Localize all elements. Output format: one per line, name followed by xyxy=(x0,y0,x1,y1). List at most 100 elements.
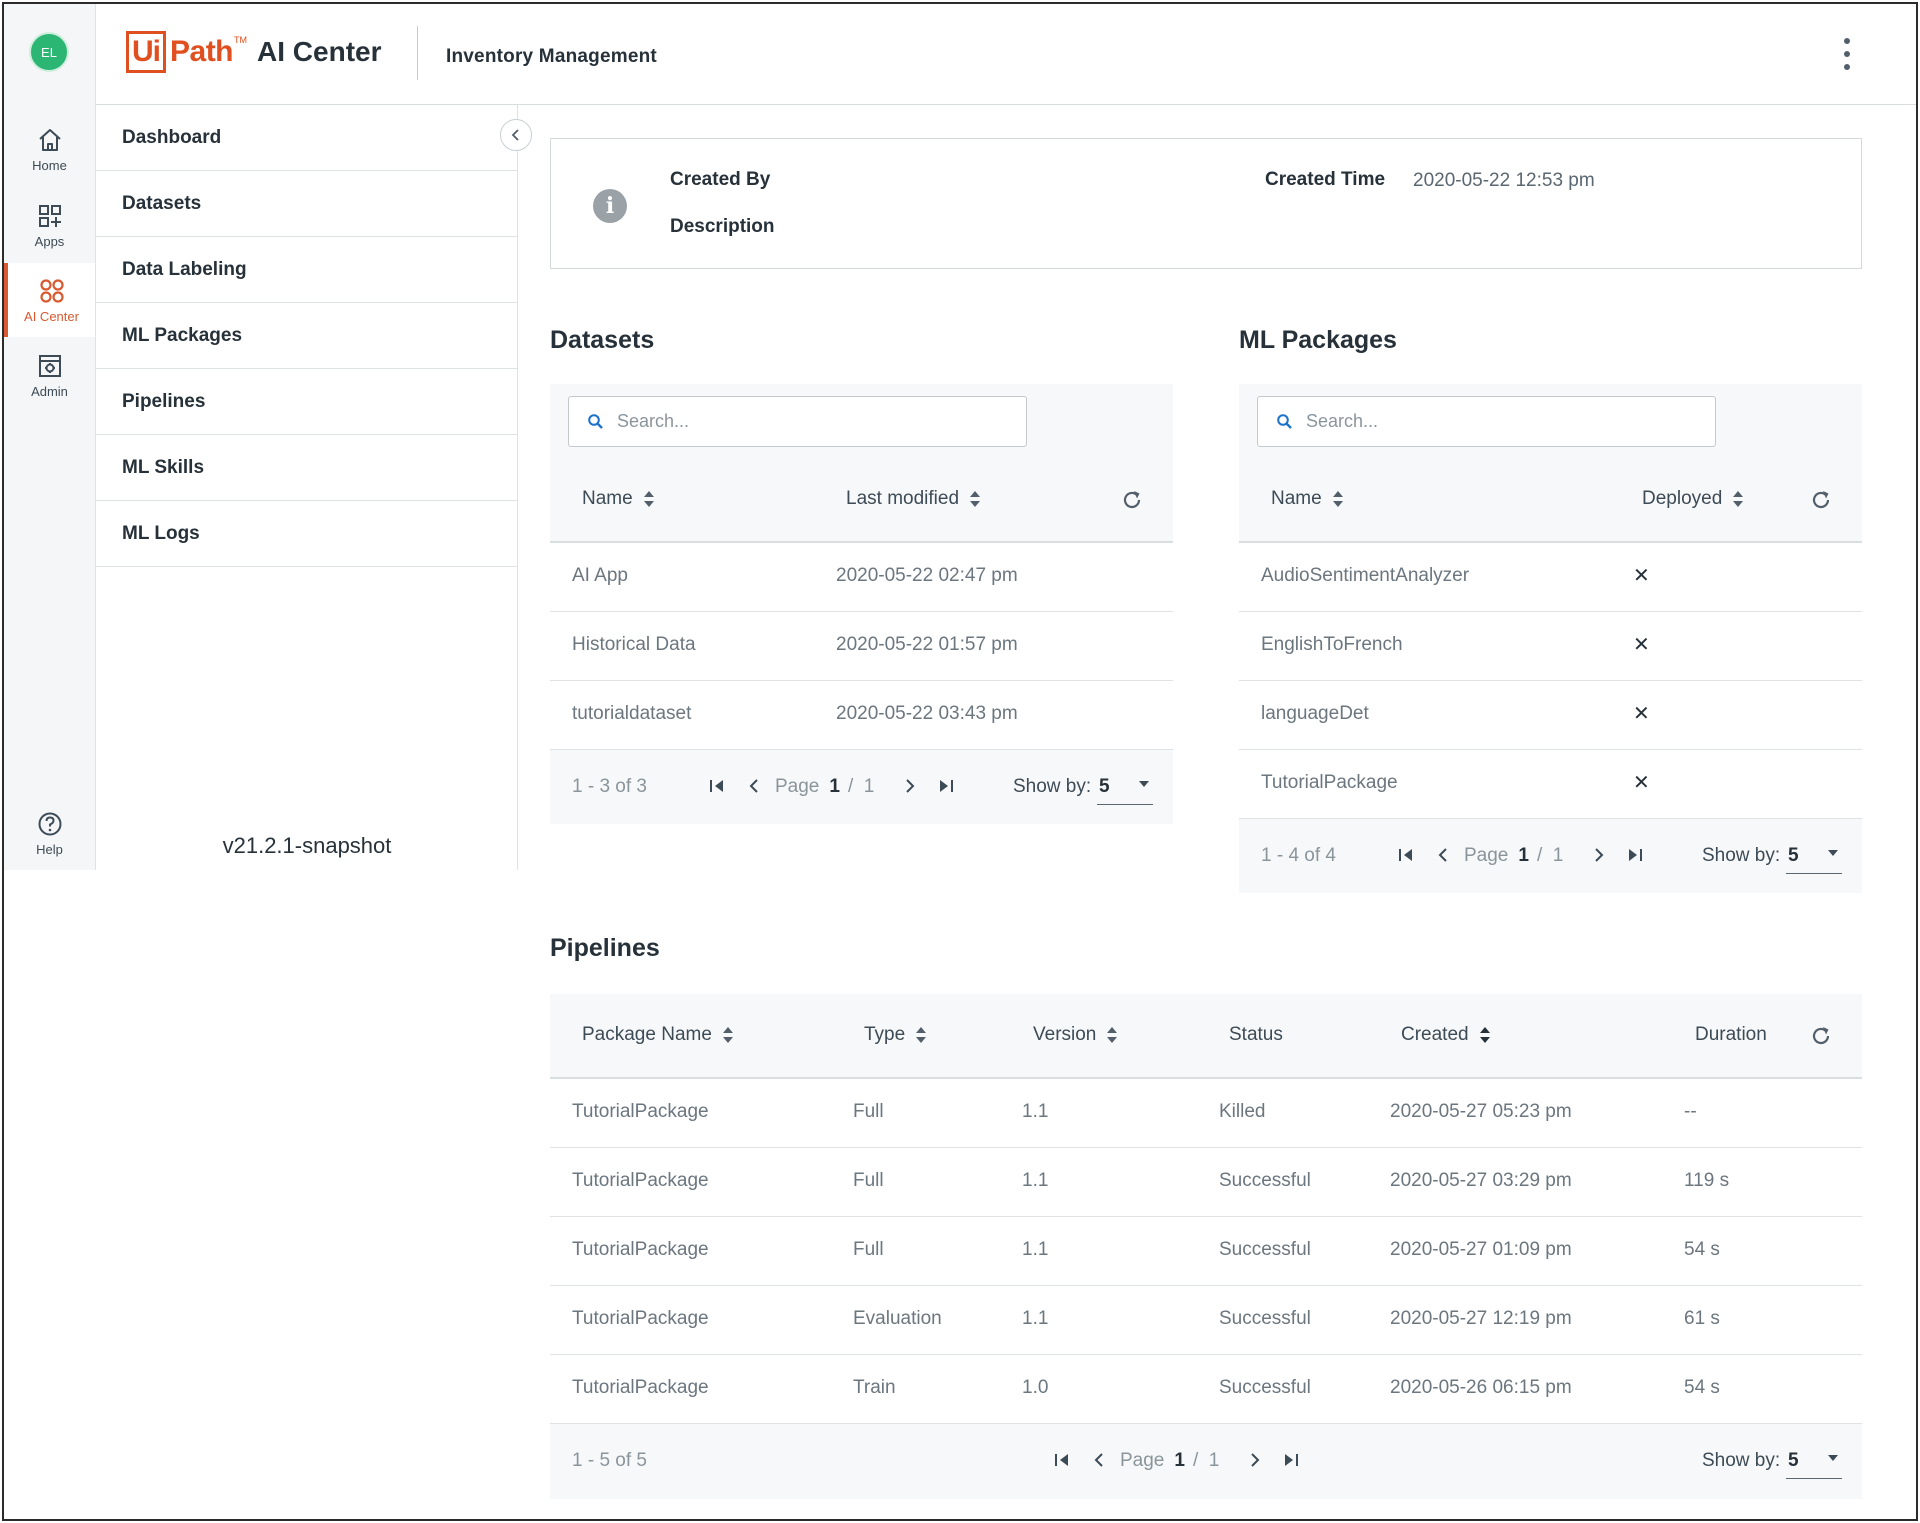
rail-item-help[interactable]: Help xyxy=(4,796,95,870)
last-page-icon[interactable] xyxy=(1282,1451,1300,1469)
last-page-icon[interactable] xyxy=(1626,846,1644,864)
pipeline-created: 2020-05-27 03:29 pm xyxy=(1390,1170,1572,1191)
rail-label: AI Center xyxy=(24,308,79,324)
refresh-icon[interactable] xyxy=(1120,488,1144,512)
logo-tm: TM xyxy=(234,35,248,45)
pager-page: Page 1/ 1 xyxy=(775,776,875,797)
rail-item-ai-center[interactable]: AI Center xyxy=(4,263,95,337)
show-by-value: 5 xyxy=(1788,845,1799,866)
datasets-title: Datasets xyxy=(550,326,655,354)
prev-page-icon[interactable] xyxy=(1091,1451,1109,1469)
search-icon xyxy=(588,414,603,429)
next-page-icon[interactable] xyxy=(900,777,918,795)
show-by-select[interactable]: 5 xyxy=(1786,1443,1842,1479)
prev-page-icon[interactable] xyxy=(746,777,764,795)
ml-packages-pager: 1 - 4 of 4 Page 1/ 1 Show by: 5 xyxy=(1239,820,1862,892)
show-by-label: Show by: xyxy=(1702,845,1781,866)
table-row[interactable]: EnglishToFrench ✕ xyxy=(1239,612,1862,681)
table-row[interactable]: TutorialPackage ✕ xyxy=(1239,750,1862,819)
col-label: Duration xyxy=(1695,1024,1767,1045)
pipeline-status: Killed xyxy=(1219,1101,1266,1122)
ml-packages-panel: Name Deployed AudioSentimentAnalyzer ✕ E… xyxy=(1239,384,1862,893)
table-row[interactable]: TutorialPackage Full 1.1 Successful 2020… xyxy=(550,1148,1862,1217)
refresh-icon[interactable] xyxy=(1809,1024,1833,1048)
col-label: Type xyxy=(864,1024,906,1045)
nav-item-datasets[interactable]: Datasets xyxy=(96,171,517,237)
pipeline-created: 2020-05-27 05:23 pm xyxy=(1390,1101,1572,1122)
pipeline-duration: -- xyxy=(1684,1101,1697,1122)
last-page-icon[interactable] xyxy=(937,777,955,795)
sort-icon xyxy=(1107,1027,1118,1043)
show-by-select[interactable]: 5 xyxy=(1786,838,1842,874)
package-name: AudioSentimentAnalyzer xyxy=(1261,565,1470,586)
nav-item-ml-packages[interactable]: ML Packages xyxy=(96,303,517,369)
ml-packages-title: ML Packages xyxy=(1239,326,1397,354)
table-row[interactable]: TutorialPackage Full 1.1 Killed 2020-05-… xyxy=(550,1079,1862,1148)
col-created-header[interactable]: Created xyxy=(1401,1024,1491,1046)
more-options-icon[interactable] xyxy=(1840,38,1854,70)
table-row[interactable]: Historical Data 2020-05-22 01:57 pm xyxy=(550,612,1173,681)
nav-item-data-labeling[interactable]: Data Labeling xyxy=(96,237,517,303)
pipelines-pager: 1 - 5 of 5 Page 1/ 1 Show by: 5 xyxy=(550,1425,1862,1497)
col-last-modified-header[interactable]: Last modified xyxy=(846,488,981,510)
first-page-icon[interactable] xyxy=(1397,846,1415,864)
table-row[interactable]: TutorialPackage Evaluation 1.1 Successfu… xyxy=(550,1286,1862,1355)
nav-item-ml-skills[interactable]: ML Skills xyxy=(96,435,517,501)
col-name-header[interactable]: Name xyxy=(1271,488,1344,510)
project-info-card: i Created By Description Created Time 20… xyxy=(550,138,1862,269)
show-by-select[interactable]: 5 xyxy=(1097,769,1153,805)
rail-item-apps[interactable]: Apps xyxy=(4,188,95,262)
pipeline-created: 2020-05-26 06:15 pm xyxy=(1390,1377,1572,1398)
col-deployed-header[interactable]: Deployed xyxy=(1642,488,1744,510)
not-deployed-icon: ✕ xyxy=(1633,703,1650,725)
table-row[interactable]: languageDet ✕ xyxy=(1239,681,1862,750)
pipeline-type: Full xyxy=(853,1170,884,1191)
home-icon xyxy=(38,128,61,151)
col-package-name-header[interactable]: Package Name xyxy=(582,1024,734,1046)
nav-item-dashboard[interactable]: Dashboard xyxy=(96,105,517,171)
pipeline-package: TutorialPackage xyxy=(572,1101,709,1122)
refresh-icon[interactable] xyxy=(1809,488,1833,512)
info-icon: i xyxy=(593,189,627,223)
collapse-nav-button[interactable] xyxy=(500,119,532,151)
rail-label: Apps xyxy=(34,233,65,249)
not-deployed-icon: ✕ xyxy=(1633,634,1650,656)
avatar[interactable]: EL xyxy=(29,32,69,72)
ml-packages-search-box xyxy=(1257,396,1716,447)
version-label: v21.2.1-snapshot xyxy=(222,833,392,858)
first-page-icon[interactable] xyxy=(708,777,726,795)
table-row[interactable]: AI App 2020-05-22 02:47 pm xyxy=(550,543,1173,612)
col-type-header[interactable]: Type xyxy=(864,1024,927,1046)
next-page-icon[interactable] xyxy=(1589,846,1607,864)
pipeline-duration: 119 s xyxy=(1684,1170,1730,1191)
logo-path: Path xyxy=(170,35,234,68)
prev-page-icon[interactable] xyxy=(1435,846,1453,864)
top-header: Ui Path TM AI Center Inventory Managemen… xyxy=(96,4,1916,105)
col-name-header[interactable]: Name xyxy=(582,488,655,510)
table-row[interactable]: TutorialPackage Full 1.1 Successful 2020… xyxy=(550,1217,1862,1286)
created-by-label: Created By xyxy=(670,169,771,190)
col-version-header[interactable]: Version xyxy=(1033,1024,1118,1046)
uipath-logo[interactable]: Ui Path TM AI Center xyxy=(126,31,381,73)
sort-icon xyxy=(916,1027,927,1043)
rail-item-admin[interactable]: Admin xyxy=(4,338,95,412)
rail-label: Admin xyxy=(31,383,68,399)
pipeline-package: TutorialPackage xyxy=(572,1239,709,1260)
table-row[interactable]: TutorialPackage Train 1.0 Successful 202… xyxy=(550,1355,1862,1424)
next-page-icon[interactable] xyxy=(1245,1451,1263,1469)
ml-packages-search-input[interactable] xyxy=(1306,397,1686,446)
rail-item-home[interactable]: Home xyxy=(4,112,95,186)
package-name: TutorialPackage xyxy=(1261,772,1398,793)
datasets-search-box xyxy=(568,396,1027,447)
project-nav: Dashboard Datasets Data Labeling ML Pack… xyxy=(96,105,532,870)
first-page-icon[interactable] xyxy=(1053,1451,1071,1469)
datasets-search-input[interactable] xyxy=(617,397,997,446)
created-time-value: 2020-05-22 12:53 pm xyxy=(1413,170,1595,191)
table-row[interactable]: tutorialdataset 2020-05-22 03:43 pm xyxy=(550,681,1173,750)
chevron-down-icon xyxy=(1828,1455,1838,1461)
datasets-pager: 1 - 3 of 3 Page 1/ 1 Show by: 5 xyxy=(550,751,1173,823)
dataset-modified: 2020-05-22 03:43 pm xyxy=(836,703,1018,724)
nav-item-ml-logs[interactable]: ML Logs xyxy=(96,501,517,567)
table-row[interactable]: AudioSentimentAnalyzer ✕ xyxy=(1239,543,1862,612)
nav-item-pipelines[interactable]: Pipelines xyxy=(96,369,517,435)
